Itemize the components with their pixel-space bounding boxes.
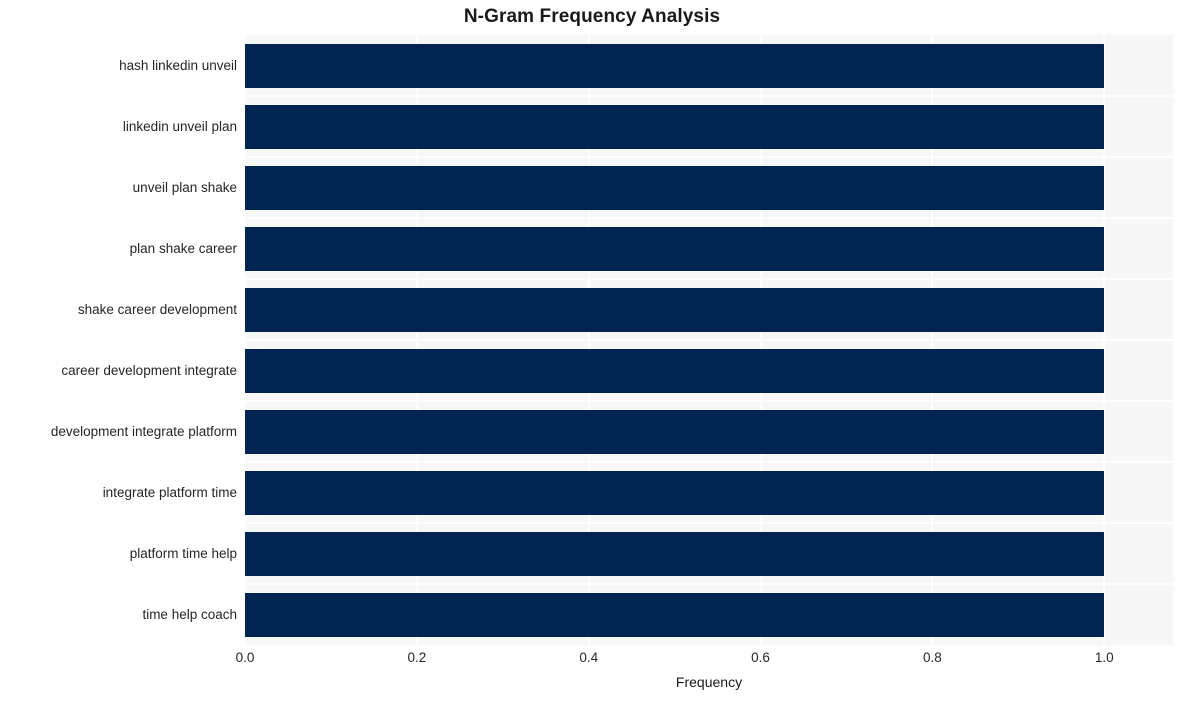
y-tick-label: development integrate platform (50, 423, 237, 439)
y-gridline (245, 156, 1173, 158)
y-tick-label: time help coach (142, 606, 237, 622)
bar (245, 592, 1105, 637)
chart-figure: N-Gram Frequency Analysis hash linkedin … (0, 0, 1184, 701)
y-tick-label: career development integrate (61, 362, 237, 378)
x-tick-label: 0.0 (235, 650, 255, 665)
y-gridline (245, 217, 1173, 219)
y-tick-label: shake career development (77, 301, 237, 317)
chart-title: N-Gram Frequency Analysis (463, 6, 721, 27)
y-tick-label: integrate platform time (102, 484, 237, 500)
y-gridline (245, 400, 1173, 402)
bar (245, 104, 1105, 149)
y-tick-label: linkedin unveil plan (122, 118, 237, 134)
y-tick-label: hash linkedin unveil (119, 57, 237, 73)
x-tick-label: 0.6 (751, 650, 770, 665)
y-tick-label: platform time help (129, 545, 237, 561)
x-tick-label: 0.4 (579, 650, 599, 665)
bar (245, 43, 1105, 88)
bar (245, 531, 1105, 576)
y-tick-label: unveil plan shake (132, 179, 237, 195)
x-axis-label: Frequency (675, 674, 743, 690)
x-tick-label: 0.2 (407, 650, 427, 665)
x-tick-label: 0.8 (923, 650, 942, 665)
y-tick-label: plan shake career (129, 240, 237, 256)
y-gridline (245, 522, 1173, 524)
bar (245, 165, 1105, 210)
y-gridline (245, 339, 1173, 341)
plot-area (245, 35, 1173, 645)
bar (245, 409, 1105, 454)
bar (245, 287, 1105, 332)
bar (245, 348, 1105, 393)
y-gridline (245, 583, 1173, 585)
x-tick-label: 1.0 (1094, 650, 1114, 665)
bar (245, 470, 1105, 515)
bar (245, 226, 1105, 271)
y-gridline (245, 461, 1173, 463)
y-gridline (245, 95, 1173, 97)
y-gridline (245, 278, 1173, 280)
